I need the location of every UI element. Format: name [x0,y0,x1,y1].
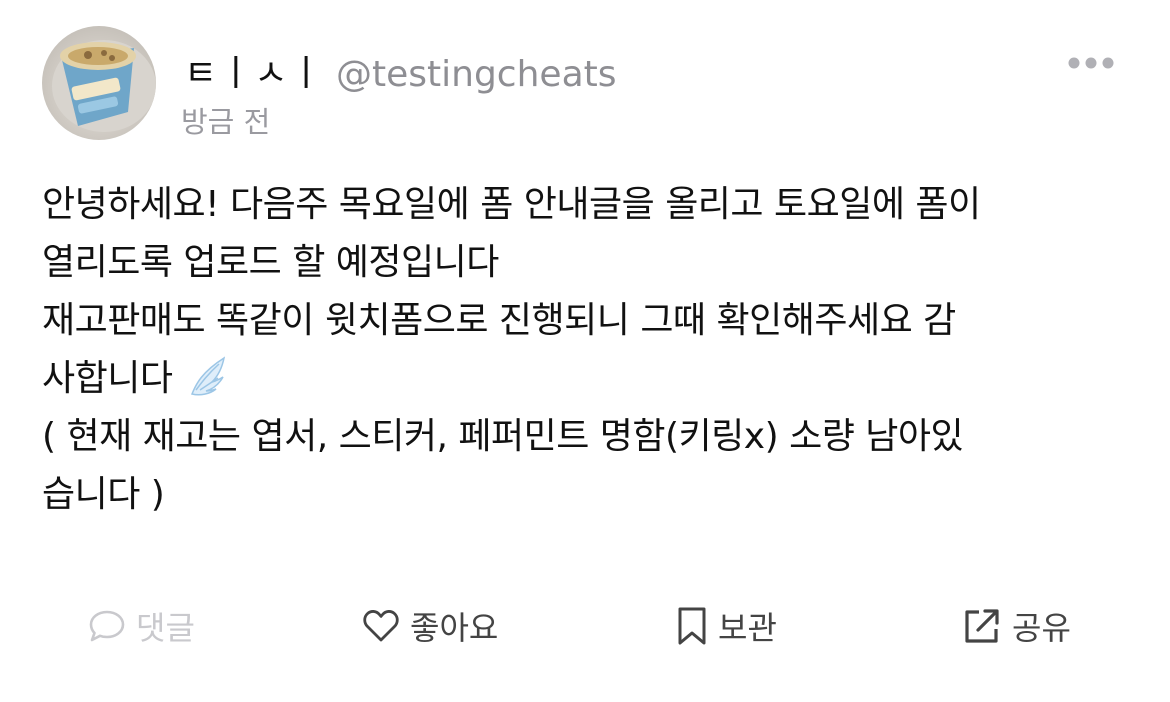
share-icon [965,609,999,643]
post-timestamp: 방금 전 [181,105,271,139]
post-body: 안녕하세요! 다음주 목요일에 폼 안내글을 올리고 토요일에 폼이 열리도록 … [42,176,1142,524]
bookmark-button[interactable]: 보관 [676,602,777,650]
post-body-line: ( 현재 재고는 엽서, 스티커, 페퍼민트 명함(키링x) 소량 남아있 [42,416,964,457]
post-body-line: 안녕하세요! 다음주 목요일에 폼 안내글을 올리고 토요일에 폼이 [42,184,981,225]
heart-icon [363,610,399,642]
post-body-line: 습니다 ) [42,474,165,515]
comment-icon [89,610,125,642]
post-body-line-with-emoji: 사합니다 [42,350,1142,408]
post-body-line: 사합니다 [42,358,173,399]
like-button[interactable]: 좋아요 [362,602,498,650]
ice-cream-cup-avatar-icon [52,40,156,132]
post-body-line: 열리도록 업로드 할 예정입니다 [42,242,499,283]
more-dots-icon [1068,57,1114,69]
wing-emoji-icon [191,356,226,396]
bookmark-icon [678,607,706,645]
comment-label: 댓글 [136,609,195,647]
avatar[interactable] [42,26,156,140]
user-handle[interactable]: @testingcheats [336,52,617,98]
comment-button[interactable]: 댓글 [88,602,195,650]
more-options-button[interactable] [1062,50,1122,76]
post-body-line: 재고판매도 똑같이 윗치폼으로 진행되니 그때 확인해주세요 감 [42,300,956,341]
share-button[interactable]: 공유 [962,602,1071,650]
bookmark-label: 보관 [718,609,777,647]
share-label: 공유 [1012,609,1071,647]
display-name[interactable]: ㅌㅣㅅㅣ [184,50,324,98]
like-label: 좋아요 [410,609,499,647]
